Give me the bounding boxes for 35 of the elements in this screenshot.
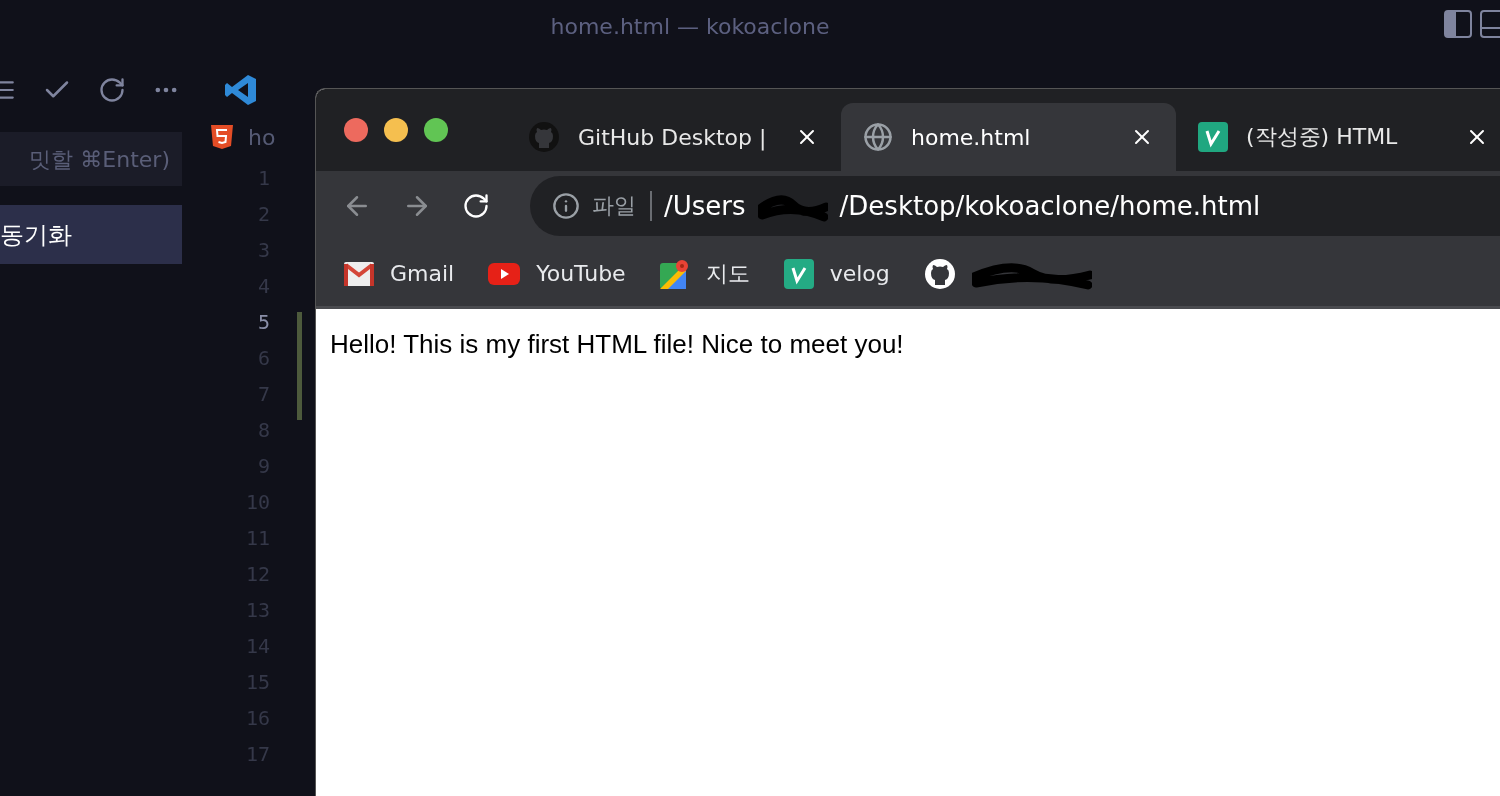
browser-tab[interactable]: home.html	[841, 103, 1176, 171]
reload-icon[interactable]	[462, 192, 490, 220]
breadcrumb-text: ho	[248, 124, 276, 150]
window-title: home.html — kokoaclone	[550, 13, 830, 39]
url-text: /Desktop/kokoaclone/home.html	[839, 191, 1261, 221]
bookmark-link[interactable]: Gmail	[390, 261, 455, 286]
info-icon[interactable]	[552, 192, 580, 220]
bookmark-link[interactable]: 지도	[705, 258, 750, 289]
globe-icon	[863, 122, 893, 152]
play-icon	[488, 262, 521, 285]
address-bar[interactable]: 파일 /Users /Desktop/kokoaclone/home.html	[530, 176, 1500, 236]
browser-tab[interactable]: (작성중) HTML	[1176, 103, 1500, 171]
velog-icon	[1198, 122, 1228, 152]
url-text: /Users	[664, 191, 746, 221]
sidebar-layout-icon[interactable]	[1444, 10, 1472, 38]
github-icon	[923, 257, 956, 290]
page-text: Hello! This is my first HTML file! Nice to meet you!	[330, 329, 905, 360]
refresh-icon[interactable]	[98, 76, 126, 104]
sync-button[interactable]: 동기화	[0, 205, 182, 264]
html-file-icon	[210, 124, 234, 150]
github-icon	[528, 121, 560, 153]
mail-icon	[344, 261, 374, 286]
bookmark-link[interactable]: YouTube	[536, 261, 626, 286]
browser-tab[interactable]: GitHub Desktop |	[506, 103, 841, 171]
window-control[interactable]	[384, 118, 408, 142]
line-number: 5	[256, 309, 270, 336]
window-control[interactable]	[424, 118, 448, 142]
window-control[interactable]	[344, 118, 368, 142]
map-pin-icon	[659, 258, 690, 289]
scheme-label: 파일	[592, 191, 652, 221]
bookmark-link[interactable]: velog	[829, 261, 890, 286]
vscode-icon	[224, 73, 258, 107]
velog-icon	[783, 258, 814, 289]
commit-message-field[interactable]: 밋할 ⌘Enter)	[0, 132, 182, 186]
panel-layout-icon[interactable]	[1480, 10, 1500, 38]
